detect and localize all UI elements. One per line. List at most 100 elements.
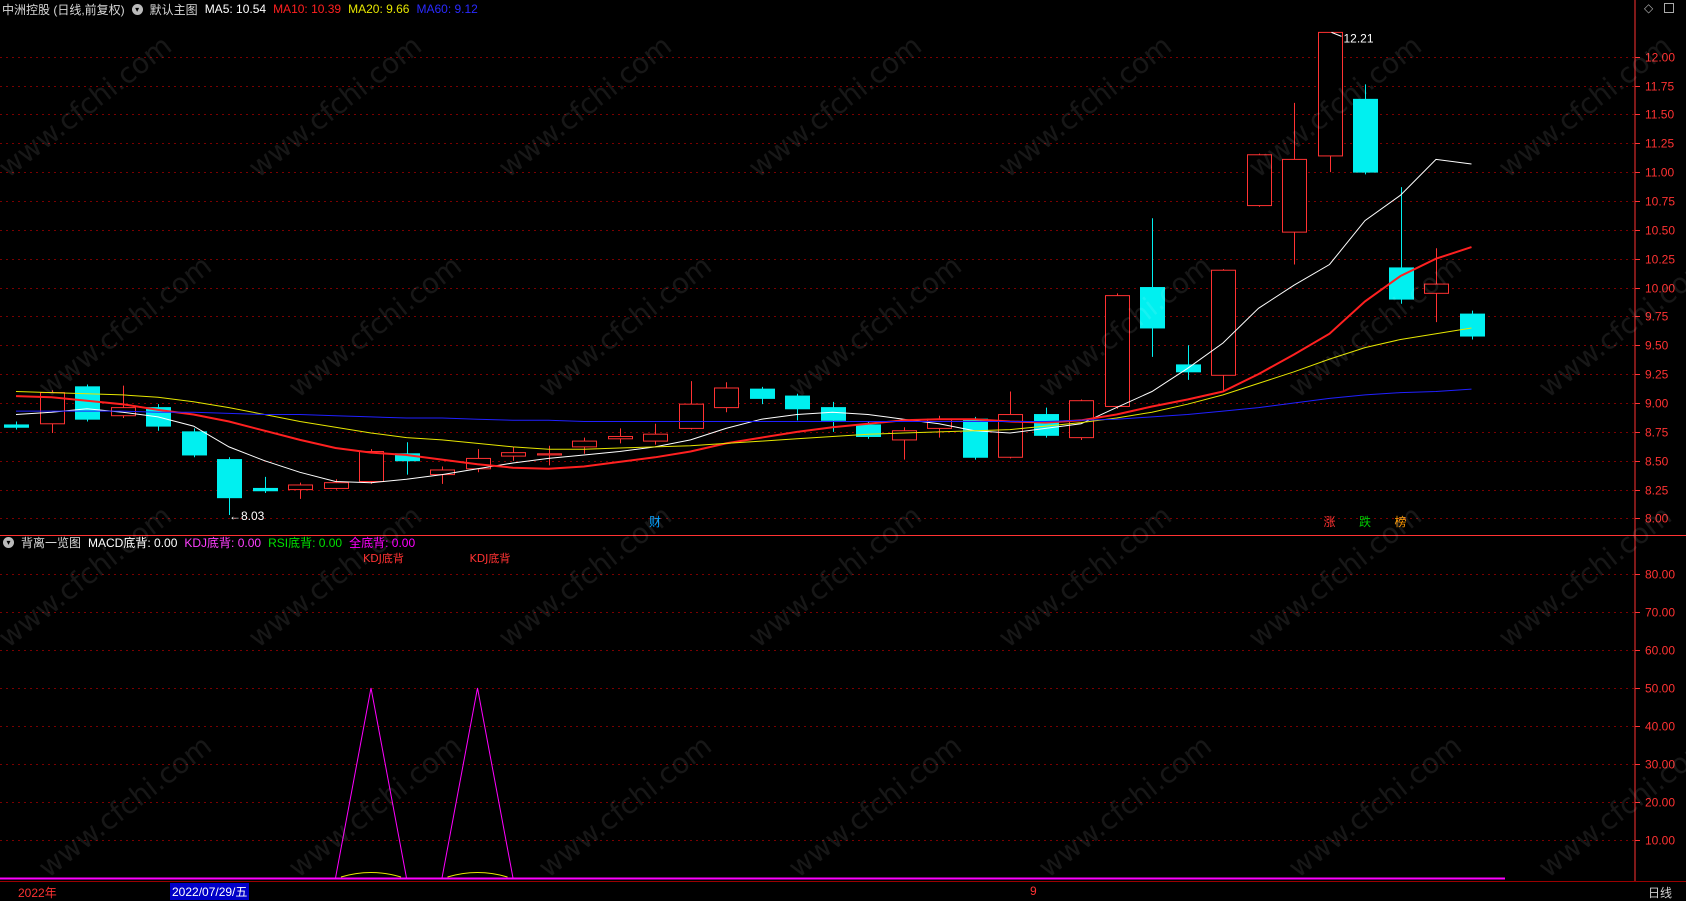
candle-body-down xyxy=(253,487,278,492)
candle-body-up xyxy=(324,482,349,489)
event-marker: 财 xyxy=(649,515,661,529)
candle-body-up xyxy=(714,387,739,409)
candle xyxy=(182,428,207,458)
candle xyxy=(75,384,100,422)
candle-body-down xyxy=(1176,364,1201,373)
diamond-icon[interactable]: ◇ xyxy=(1644,1,1653,15)
stock-title[interactable]: 中洲控股 (日线,前复权) xyxy=(0,1,125,18)
candle xyxy=(253,476,278,494)
ma60-value: MA60: 9.12 xyxy=(416,2,478,16)
candle xyxy=(998,391,1023,459)
ma-line-ma5 xyxy=(15,158,1472,484)
candle-body-down xyxy=(217,459,242,499)
divergence-top-label: KDJ底背 xyxy=(363,551,404,565)
chevron-down-icon[interactable]: ▾ xyxy=(3,536,14,548)
candle xyxy=(1389,187,1414,304)
candle-body-down xyxy=(785,395,810,410)
sub-chart-header: ▾ 背离一览图 MACD底背: 0.00 KDJ底背: 0.00 RSI底背: … xyxy=(0,533,415,551)
main-y-tick-label: 11.25 xyxy=(1645,137,1674,151)
candle xyxy=(643,423,668,445)
divergence-top-label: KDJ底背 xyxy=(470,551,511,565)
candle xyxy=(501,446,526,461)
main-y-tick-label: 8.50 xyxy=(1645,455,1669,469)
candle-body-up xyxy=(572,440,597,448)
candle-body-up xyxy=(430,469,455,476)
candle xyxy=(892,427,917,460)
candle-body-down xyxy=(1353,98,1378,173)
candle-body-down xyxy=(1389,267,1414,300)
rsi-divergence-bump xyxy=(340,872,402,878)
candle-body-up xyxy=(679,403,704,429)
candle xyxy=(1176,345,1201,380)
candle-body-down xyxy=(963,418,988,458)
candle xyxy=(1140,218,1165,357)
main-y-tick-label: 10.25 xyxy=(1645,253,1675,267)
candle-body-up xyxy=(537,453,562,456)
candle-body-down xyxy=(182,431,207,456)
candle-body-up xyxy=(1424,283,1449,294)
panel-toggle-icon[interactable] xyxy=(1664,3,1674,13)
macd-value: MACD底背: 0.00 xyxy=(88,535,178,550)
time-axis-bar: 2022年 2022/07/29/五 9 日线 xyxy=(0,881,1686,900)
sub-y-tick-label: 80.00 xyxy=(1645,568,1675,582)
candle xyxy=(679,381,704,430)
main-y-tick-label: 10.50 xyxy=(1645,224,1675,238)
candle-body-down xyxy=(1460,313,1485,337)
candle xyxy=(572,437,597,454)
candle xyxy=(1460,310,1485,340)
main-y-tick-label: 11.75 xyxy=(1645,80,1674,94)
candle-body-down xyxy=(821,407,846,421)
candle xyxy=(217,457,242,515)
main-y-tick-label: 11.50 xyxy=(1645,108,1674,122)
kdj-value: KDJ底背: 0.00 xyxy=(184,535,262,550)
candle xyxy=(395,442,420,475)
sub-y-tick-label: 50.00 xyxy=(1645,682,1675,696)
rsi-value: RSI底背: 0.00 xyxy=(268,535,343,550)
candle-body-up xyxy=(501,452,526,457)
sub-y-tick-label: 70.00 xyxy=(1645,606,1675,620)
low-price-label: ←8.03 xyxy=(229,509,265,523)
candle-body-up xyxy=(892,430,917,441)
sub-y-tick-label: 40.00 xyxy=(1645,720,1675,734)
chart-canvas[interactable]: 12.00 11.75 11.50 11.25 11.00 10.75 10.50 10.25… xyxy=(0,0,1686,899)
chevron-down-icon[interactable]: ▾ xyxy=(131,3,143,15)
period-label[interactable]: 日线 xyxy=(1648,884,1672,901)
candle xyxy=(785,393,810,421)
candle-body-up xyxy=(1211,269,1236,376)
event-marker: 跌 xyxy=(1359,514,1371,529)
sub-y-tick-label: 60.00 xyxy=(1645,644,1675,658)
candle xyxy=(1105,293,1130,409)
main-y-tick-label: 9.25 xyxy=(1645,368,1669,382)
all-value: 全底背: 0.00 xyxy=(349,535,416,550)
candle xyxy=(288,482,313,499)
candle xyxy=(963,416,988,460)
cursor-date-label: 2022/07/29/五 xyxy=(170,883,250,900)
year-label: 2022年 xyxy=(18,886,57,900)
high-price-label: 12.21 xyxy=(1344,31,1374,45)
ma-line-ma10 xyxy=(15,246,1472,470)
candle xyxy=(4,421,29,430)
main-chart-header: 中洲控股 (日线,前复权) ▾ 默认主图 MA5: 10.54 MA10: 10… xyxy=(0,0,478,18)
toolbar-top-right: ◇ xyxy=(1626,0,1686,18)
ma20-value: MA20: 9.66 xyxy=(348,2,410,16)
sub-panel-name[interactable]: 背离一览图 xyxy=(21,534,81,551)
candle xyxy=(359,449,384,484)
candle xyxy=(1318,31,1343,173)
candle xyxy=(1353,84,1378,175)
ma-line-ma20 xyxy=(15,327,1472,450)
candle-body-down xyxy=(1140,287,1165,329)
ma-line-ma60 xyxy=(16,388,1472,422)
candle xyxy=(324,479,349,490)
candle xyxy=(608,428,633,444)
main-panel-name[interactable]: 默认主图 xyxy=(150,1,198,18)
main-y-tick-label: 8.00 xyxy=(1645,512,1669,526)
candle-body-up xyxy=(1282,158,1307,233)
rsi-divergence-bump xyxy=(447,872,508,878)
candle-body-down xyxy=(75,386,100,420)
candle-body-up xyxy=(1318,31,1343,157)
sub-y-tick-label: 20.00 xyxy=(1645,796,1675,810)
candle xyxy=(1211,269,1236,392)
main-y-tick-label: 8.75 xyxy=(1645,426,1669,440)
month-label: 9 xyxy=(1030,884,1037,898)
candle-body-down xyxy=(4,424,29,428)
